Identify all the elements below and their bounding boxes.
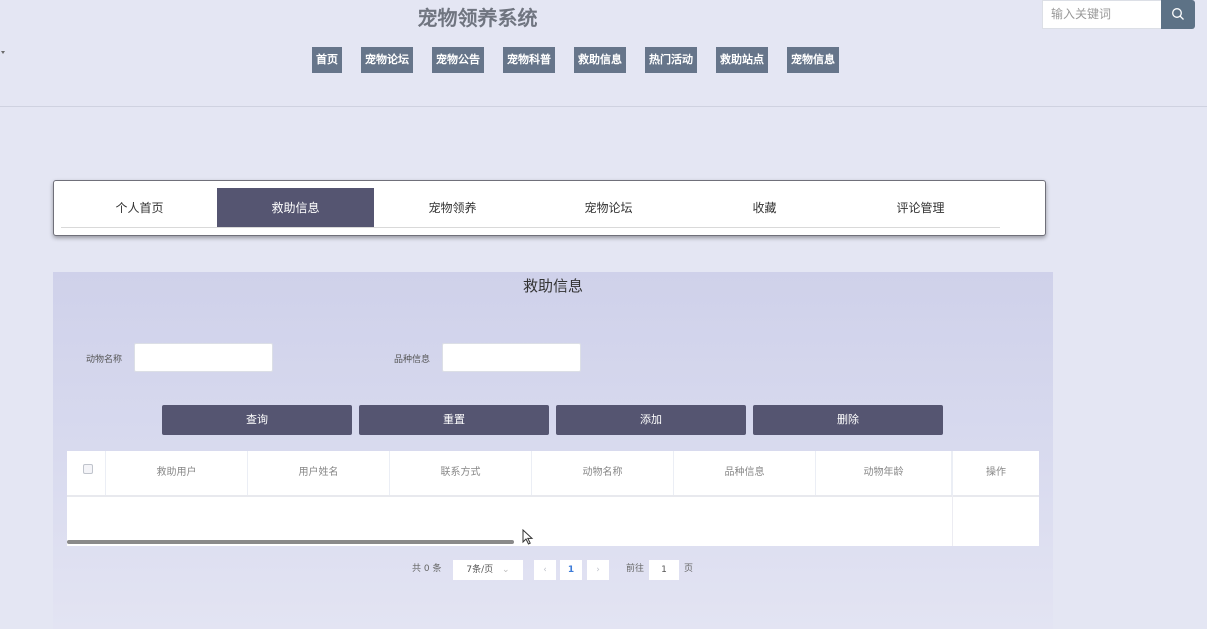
caret-down-icon[interactable] [1,51,5,54]
nav-hot-events[interactable]: 热门活动 [645,47,697,73]
rescue-info-panel: 救助信息 动物名称 品种信息 查询 重置 添加 删除 救助用户 用户姓名 联系方… [53,272,1053,629]
chevron-down-icon: ⌄ [502,565,510,575]
page-number-current[interactable]: 1 [560,560,582,580]
column-header[interactable]: 动物年龄 [816,451,952,495]
pagination-total: 共 0 条 [412,564,442,574]
nav-pet-info[interactable]: 宠物信息 [787,47,839,73]
fixed-column-divider [952,495,953,546]
breed-info-input[interactable] [442,343,581,372]
search-icon [1172,8,1184,20]
page-unit-label: 页 [684,564,694,574]
reset-button[interactable]: 重置 [359,405,549,435]
column-header[interactable]: 动物名称 [532,451,674,495]
tab-rescue-info[interactable]: 救助信息 [217,188,374,228]
panel-title: 救助信息 [522,277,583,295]
goto-page-input[interactable]: 1 [649,560,679,580]
tab-comment-management[interactable]: 评论管理 [842,188,999,228]
rescue-table: 救助用户 用户姓名 联系方式 动物名称 品种信息 动物年龄 操作 [67,451,1039,546]
search-button[interactable] [1161,0,1195,29]
column-header[interactable]: 救助用户 [106,451,248,495]
add-button[interactable]: 添加 [556,405,746,435]
user-center-tabs: 个人首页 救助信息 宠物领养 宠物论坛 收藏 评论管理 [53,180,1046,236]
animal-name-label: 动物名称 [86,355,123,365]
tab-favorites[interactable]: 收藏 [686,188,843,228]
column-header[interactable]: 品种信息 [674,451,816,495]
column-header[interactable]: 联系方式 [390,451,532,495]
query-button[interactable]: 查询 [162,405,352,435]
prev-page-button[interactable]: ‹ [534,560,556,580]
page-size-value: 7条/页 [466,565,494,575]
tabs-underline [61,227,1000,228]
tab-personal-home[interactable]: 个人首页 [61,188,218,228]
search-input[interactable]: 输入关键词 [1042,0,1161,29]
select-all-checkbox[interactable] [83,464,93,474]
nav-pet-notice[interactable]: 宠物公告 [432,47,484,73]
nav-pet-forum[interactable]: 宠物论坛 [361,47,413,73]
tab-pet-forum[interactable]: 宠物论坛 [530,188,687,228]
chevron-right-icon: › [596,565,600,575]
select-all-header [67,451,106,495]
mouse-cursor-icon [522,529,534,545]
animal-name-input[interactable] [134,343,273,372]
next-page-button[interactable]: › [587,560,609,580]
nav-rescue-info[interactable]: 救助信息 [574,47,626,73]
horizontal-scrollbar[interactable] [67,540,514,544]
table-header-divider [67,495,1039,497]
breed-info-label: 品种信息 [394,355,431,365]
column-header: 操作 [952,451,1039,495]
delete-button[interactable]: 删除 [753,405,943,435]
site-title: 宠物领养系统 [417,6,538,30]
column-header[interactable]: 用户姓名 [248,451,390,495]
page-size-select[interactable]: 7条/页 ⌄ [453,560,523,580]
nav-pet-science[interactable]: 宠物科普 [503,47,555,73]
nav-rescue-stations[interactable]: 救助站点 [716,47,768,73]
nav-home[interactable]: 首页 [312,47,342,73]
chevron-left-icon: ‹ [543,565,547,575]
goto-label: 前往 [626,564,645,574]
top-header: 宠物领养系统 首页 宠物论坛 宠物公告 宠物科普 救助信息 热门活动 救助站点 … [0,0,1207,107]
tab-pet-adoption[interactable]: 宠物领养 [374,188,531,228]
